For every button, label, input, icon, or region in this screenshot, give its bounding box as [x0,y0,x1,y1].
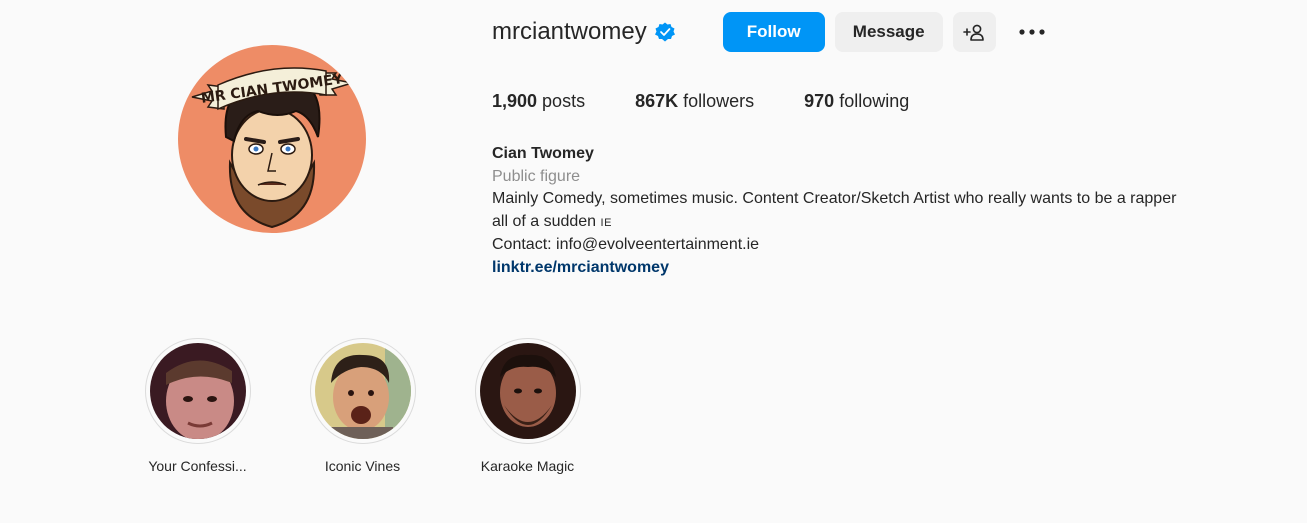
followers-stat[interactable]: 867K followers [635,91,754,112]
bio-contact: Contact: info@evolveentertainment.ie [492,236,760,253]
verified-badge-icon [654,22,675,42]
highlight-item[interactable]: Your Confessi... [140,338,255,474]
following-label: following [834,91,910,111]
posts-stat: 1,900 posts [492,91,585,112]
highlight-ring [309,338,416,444]
posts-count: 1,900 [492,91,538,111]
highlight-label: Iconic Vines [324,458,401,474]
highlight-ring [144,338,251,444]
profile-bio: Cian Twomey Public figure Mainly Comedy,… [492,143,1262,279]
highlight-label: Your Confessi... [148,458,247,474]
display-name: Cian Twomey [492,145,594,162]
highlight-ring [474,338,581,444]
add-person-icon [963,24,985,41]
following-stat[interactable]: 970 following [804,91,909,112]
highlight-cover-image [149,343,246,439]
suggest-similar-button[interactable] [952,12,996,52]
follow-button[interactable]: Follow [722,12,825,52]
more-options-button[interactable] [1008,12,1056,52]
bio-text-line2-text: all of a sudden [492,212,601,230]
profile-avatar[interactable]: MR CIAN TWOMEY [178,45,366,233]
following-count: 970 [804,91,835,111]
bio-link[interactable]: linktr.ee/mrciantwomey [492,259,669,276]
highlight-label: Karaoke Magic [480,458,575,474]
profile-stats: 1,900 posts 867K followers 970 following [492,91,959,112]
followers-count: 867K [635,91,679,111]
username: mrciantwomey [492,18,647,45]
highlight-cover-image [314,343,411,439]
avatar-illustration: MR CIAN TWOMEY [178,45,366,233]
highlight-item[interactable]: Karaoke Magic [470,338,585,474]
highlight-cover-image [479,343,576,439]
story-highlights: Your Confessi... Iconic Vines Karaoke Ma… [140,338,635,474]
message-button[interactable]: Message [834,12,943,52]
ireland-flag-icon: IE [600,216,612,229]
followers-label: followers [678,91,755,111]
profile-header-row: mrciantwomey Follow Message [492,12,1056,52]
more-dots-icon [1019,29,1045,35]
category-label: Public figure [492,167,581,185]
highlight-item[interactable]: Iconic Vines [305,338,420,474]
posts-label: posts [537,91,586,111]
bio-text-line2: all of a sudden IE [492,211,1262,235]
bio-text-line1: Mainly Comedy, sometimes music. Content … [492,190,1177,207]
